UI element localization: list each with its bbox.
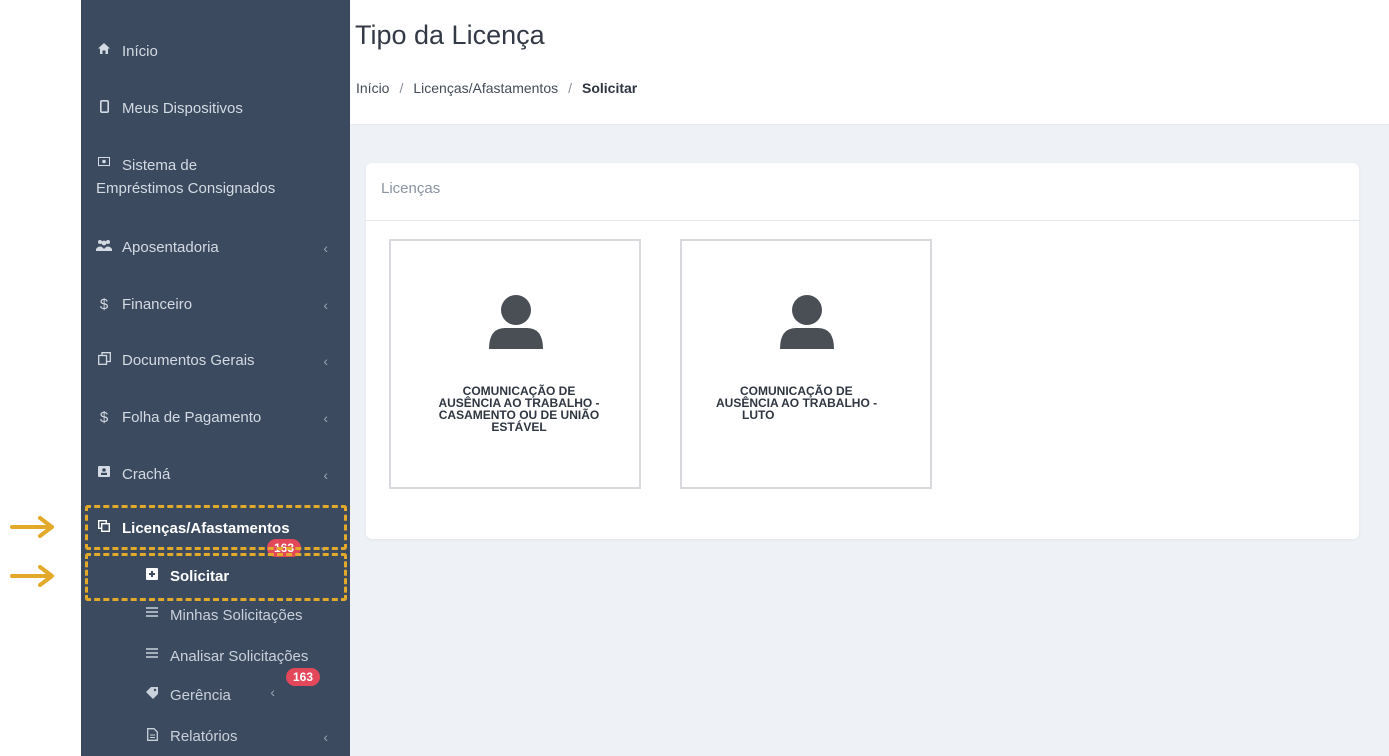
highlight-box xyxy=(85,505,347,550)
chevron-left-icon: ‹ xyxy=(323,353,328,369)
chevron-left-icon: ‹ xyxy=(323,410,328,426)
card-header: Licenças xyxy=(366,163,1359,221)
tile-label-line: LUTO xyxy=(742,408,775,422)
documents-icon xyxy=(96,352,112,365)
users-icon xyxy=(96,239,112,251)
sidebar-subitem-analisar-solicitacoes[interactable]: Analisar Solicitações xyxy=(81,648,350,666)
user-icon xyxy=(780,295,834,349)
annotation-arrow-icon xyxy=(10,516,54,538)
sidebar-item-label: Relatórios xyxy=(170,728,238,745)
license-tile-casamento[interactable]: COMUNICAÇÃO DE AUSÊNCIA AO TRABALHO - CA… xyxy=(389,239,641,489)
sidebar: Início Meus Dispositivos Sistema de Empr… xyxy=(81,0,350,756)
dollar-icon: $ xyxy=(99,296,109,313)
main-content: Tipo da Licença Início / Licenças/Afastame… xyxy=(350,0,1389,756)
sidebar-item-emprestimos-consignados[interactable]: Sistema de Empréstimos Consignados xyxy=(81,157,350,198)
sidebar-item-cracha[interactable]: Crachá ‹ xyxy=(81,466,350,484)
file-icon xyxy=(144,728,160,741)
sidebar-item-folha-de-pagamento[interactable]: $ Folha de Pagamento ‹ xyxy=(81,409,350,427)
breadcrumb-link-licencas[interactable]: Licenças/Afastamentos xyxy=(413,80,558,96)
chevron-left-icon: ‹ xyxy=(323,729,328,745)
page-title: Tipo da Licença xyxy=(355,20,545,50)
sidebar-item-meus-dispositivos[interactable]: Meus Dispositivos xyxy=(81,100,350,118)
sidebar-item-label: Gerência xyxy=(170,687,231,704)
card-title: Licenças xyxy=(381,180,441,197)
page-header: Tipo da Licença Início / Licenças/Afastame… xyxy=(350,0,1389,125)
sidebar-item-label: Sistema de xyxy=(122,157,198,174)
chevron-left-icon: ‹ xyxy=(270,684,275,700)
sidebar-subitem-minhas-solicitacoes[interactable]: Minhas Solicitações xyxy=(81,607,350,625)
sidebar-item-label: Empréstimos Consignados xyxy=(96,180,276,197)
mobile-icon xyxy=(96,100,112,113)
highlight-box xyxy=(85,553,347,601)
sidebar-item-label: Crachá xyxy=(122,466,171,483)
sidebar-item-label: Folha de Pagamento xyxy=(122,409,262,426)
sidebar-subitem-gerencia[interactable]: Gerência ‹ xyxy=(81,684,350,705)
home-icon xyxy=(96,43,112,54)
sidebar-subitem-relatorios[interactable]: Relatórios ‹ xyxy=(81,728,350,746)
sidebar-item-label: Financeiro xyxy=(122,296,193,313)
chevron-left-icon: ‹ xyxy=(323,297,328,313)
sidebar-item-inicio[interactable]: Início xyxy=(81,43,350,61)
sidebar-item-label: Analisar Solicitações xyxy=(170,648,309,665)
list-icon xyxy=(144,648,160,658)
breadcrumb: Início / Licenças/Afastamentos / Solicitar xyxy=(356,80,637,96)
sidebar-item-financeiro[interactable]: $ Financeiro ‹ xyxy=(81,296,350,314)
sidebar-item-label: Início xyxy=(122,43,158,60)
sidebar-item-documentos-gerais[interactable]: Documentos Gerais ‹ xyxy=(81,352,350,370)
annotation-arrow-icon xyxy=(10,565,54,587)
sidebar-item-label: Minhas Solicitações xyxy=(170,607,303,624)
breadcrumb-link-inicio[interactable]: Início xyxy=(356,80,389,96)
notification-badge: 163 xyxy=(286,668,321,686)
list-icon xyxy=(144,607,160,617)
sidebar-item-label: Documentos Gerais xyxy=(122,352,255,369)
user-icon xyxy=(489,295,543,349)
money-icon xyxy=(96,157,112,166)
sidebar-item-label: Meus Dispositivos xyxy=(122,100,243,117)
breadcrumb-separator: / xyxy=(399,80,404,96)
breadcrumb-current: Solicitar xyxy=(582,80,638,96)
licencas-card: Licenças COMUNICAÇÃO DE AUSÊNCIA AO TRAB… xyxy=(366,163,1359,539)
chevron-left-icon: ‹ xyxy=(323,240,328,256)
tag-icon xyxy=(144,687,160,699)
breadcrumb-separator: / xyxy=(568,80,572,96)
tile-label-line: ESTÁVEL xyxy=(491,420,547,434)
license-tile-luto[interactable]: COMUNICAÇÃO DE AUSÊNCIA AO TRABALHO - LU… xyxy=(680,239,932,489)
id-card-icon xyxy=(96,466,112,477)
sidebar-item-label: Aposentadoria xyxy=(122,239,219,256)
dollar-icon: $ xyxy=(99,409,109,426)
sidebar-item-aposentadoria[interactable]: Aposentadoria ‹ xyxy=(81,239,350,257)
chevron-left-icon: ‹ xyxy=(323,467,328,483)
